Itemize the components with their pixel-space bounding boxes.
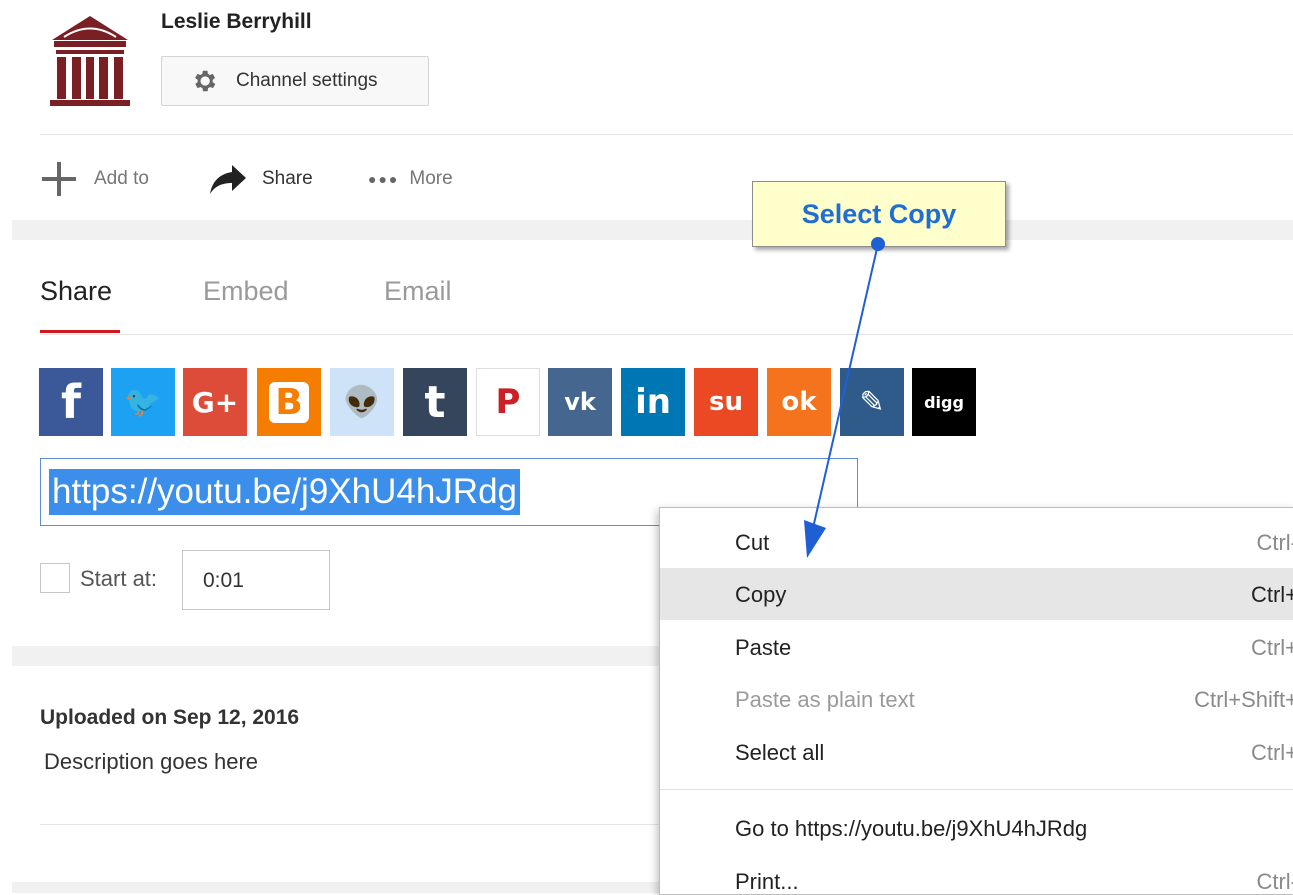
stumbleupon-icon[interactable]: su xyxy=(694,368,758,436)
facebook-icon[interactable]: f xyxy=(39,368,103,436)
linkedin-icon[interactable]: in xyxy=(621,368,685,436)
divider xyxy=(40,134,1293,135)
stumbleupon-glyph: su xyxy=(709,387,743,417)
section-separator xyxy=(12,220,1293,240)
divider xyxy=(40,824,660,825)
google-plus-glyph: G+ xyxy=(191,385,239,419)
reddit-glyph: 👽 xyxy=(343,384,381,420)
digg-icon[interactable]: digg xyxy=(912,368,976,436)
blogger-glyph: B xyxy=(269,381,309,423)
section-separator xyxy=(12,882,662,893)
menu-separator xyxy=(660,789,1293,790)
divider xyxy=(40,334,1293,335)
menu-item-shortcut: Ctrl+ xyxy=(1250,740,1293,765)
section-separator xyxy=(12,646,662,666)
vk-icon[interactable]: vk xyxy=(548,368,612,436)
channel-logo[interactable] xyxy=(46,10,134,108)
menu-item-select-all[interactable]: Select all Ctrl+ xyxy=(660,726,1293,778)
menu-item-label: Go to https://youtu.be/j9XhU4hJRdg xyxy=(735,816,1088,841)
menu-item-shortcut: Ctrl+ xyxy=(1250,635,1293,660)
select-copy-callout: Select Copy xyxy=(752,181,1006,247)
tab-embed[interactable]: Embed xyxy=(203,276,289,307)
menu-item-label: Paste xyxy=(735,635,792,660)
add-to-label: Add to xyxy=(94,168,149,189)
upload-date: Uploaded on Sep 12, 2016 xyxy=(40,706,300,729)
menu-item-label: Cut xyxy=(735,530,770,555)
google-plus-icon[interactable]: G+ xyxy=(183,368,247,436)
twitter-icon[interactable]: 🐦 xyxy=(111,368,175,436)
facebook-glyph: f xyxy=(60,375,81,429)
menu-item-paste-plain-text[interactable]: Paste as plain text Ctrl+Shift+ xyxy=(660,673,1293,725)
linkedin-glyph: in xyxy=(635,382,671,422)
pinterest-icon[interactable]: P xyxy=(476,368,540,436)
menu-item-go-to-url[interactable]: Go to https://youtu.be/j9XhU4hJRdg xyxy=(660,802,1293,854)
menu-item-label: Copy xyxy=(735,582,787,607)
tumblr-icon[interactable]: t xyxy=(403,368,467,436)
gear-icon xyxy=(195,70,216,92)
plus-icon xyxy=(42,162,76,196)
twitter-glyph: 🐦 xyxy=(124,384,162,420)
more-label: More xyxy=(409,168,453,189)
channel-name[interactable]: Leslie Berryhill xyxy=(161,10,312,34)
share-url-selected-text[interactable]: https://youtu.be/j9XhU4hJRdg xyxy=(49,469,521,515)
menu-item-copy[interactable]: Copy Ctrl+ xyxy=(660,568,1293,620)
video-description: Description goes here xyxy=(44,749,259,774)
menu-item-print[interactable]: Print... Ctrl- xyxy=(660,855,1293,894)
context-menu: Cut Ctrl- Copy Ctrl+ Paste Ctrl+ Paste a… xyxy=(659,507,1293,895)
menu-item-cut[interactable]: Cut Ctrl- xyxy=(660,516,1293,568)
odnoklassniki-icon[interactable]: ok xyxy=(767,368,831,436)
menu-item-label: Print... xyxy=(735,869,799,894)
share-button[interactable]: Share xyxy=(208,160,313,198)
share-arrow-icon xyxy=(210,165,246,194)
tumblr-glyph: t xyxy=(424,376,446,428)
menu-item-shortcut: Ctrl- xyxy=(1256,869,1293,894)
menu-item-shortcut: Ctrl+Shift+ xyxy=(1194,687,1293,712)
reddit-icon[interactable]: 👽 xyxy=(330,368,394,436)
more-button[interactable]: ●●● More xyxy=(368,160,453,198)
vk-glyph: vk xyxy=(564,388,596,416)
share-label: Share xyxy=(262,168,313,189)
menu-item-paste[interactable]: Paste Ctrl+ xyxy=(660,621,1293,673)
pinterest-glyph: P xyxy=(495,382,521,422)
more-dots-icon: ●●● xyxy=(368,171,400,187)
livejournal-glyph: ✎ xyxy=(859,384,885,420)
tab-email[interactable]: Email xyxy=(384,276,452,307)
menu-item-shortcut: Ctrl- xyxy=(1256,530,1293,555)
odnoklassniki-glyph: ok xyxy=(781,387,817,417)
menu-item-label: Select all xyxy=(735,740,825,765)
menu-item-label: Paste as plain text xyxy=(735,687,915,712)
livejournal-icon[interactable]: ✎ xyxy=(840,368,904,436)
add-to-button[interactable]: Add to xyxy=(40,160,149,198)
tab-share[interactable]: Share xyxy=(40,276,112,307)
start-at-checkbox[interactable] xyxy=(40,563,70,593)
digg-glyph: digg xyxy=(924,392,964,412)
active-tab-indicator xyxy=(40,330,120,333)
menu-item-shortcut: Ctrl+ xyxy=(1250,582,1293,607)
start-at-input[interactable]: 0:01 xyxy=(182,550,330,610)
blogger-icon[interactable]: B xyxy=(257,368,321,436)
channel-settings-button[interactable]: Channel settings xyxy=(161,56,429,106)
start-at-label: Start at: xyxy=(80,566,158,591)
channel-settings-label: Channel settings xyxy=(236,70,378,91)
